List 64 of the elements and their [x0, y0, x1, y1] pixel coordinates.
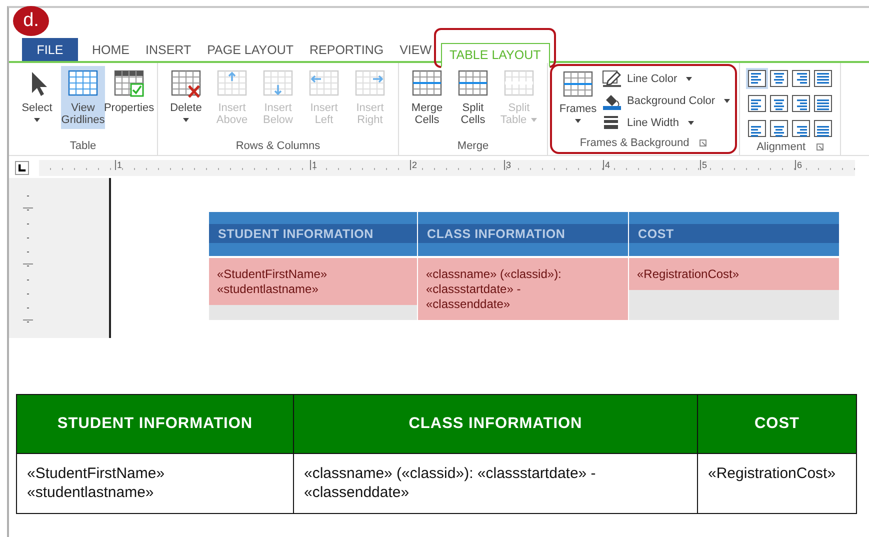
ribbon-tab[interactable]: INSERT [138, 38, 200, 61]
tab-stop-icon[interactable] [15, 161, 29, 175]
alignment-button[interactable] [812, 118, 834, 139]
ribbon-button[interactable]: Background Color [602, 91, 732, 110]
table-cell: «classname» («classid»): «classstartdate» - «classenddate» [294, 454, 698, 513]
merge-field-cell: «StudentFirstName» «studentlastname» [209, 258, 417, 305]
align-icon [814, 95, 832, 112]
table-header-cell: STUDENT INFORMATION [209, 212, 417, 256]
table-header-cell: COST [698, 395, 856, 454]
alignment-button[interactable] [790, 118, 812, 139]
ribbon-button[interactable]: Merge Cells [405, 66, 449, 129]
group-label: Merge [457, 140, 489, 152]
ribbon-button[interactable]: Split Cells [451, 66, 495, 129]
alignment-button[interactable] [768, 93, 790, 114]
alignment-button[interactable] [812, 93, 834, 114]
merge-field-cell: «classname» («classid»): «classstartdate» - «classenddate» [418, 258, 628, 320]
step-badge: d. [13, 6, 49, 36]
align-icon [748, 70, 766, 87]
ribbon-button[interactable]: View Gridlines [61, 66, 105, 129]
align-icon [748, 95, 766, 112]
table-header-cell: COST [629, 212, 839, 256]
table-header-cell: CLASS INFORMATION [418, 212, 628, 256]
table-header-cell: STUDENT INFORMATION [17, 395, 294, 454]
align-icon [770, 70, 788, 87]
dialog-launcher-icon[interactable] [699, 139, 708, 147]
align-icon [814, 120, 832, 137]
alignment-button[interactable] [790, 68, 812, 89]
horizontal-ruler[interactable]: 1 1 2 3 4 5 6 [39, 160, 855, 176]
align-icon [792, 120, 810, 137]
ribbon-button[interactable]: Select [15, 66, 59, 129]
alignment-button[interactable] [746, 93, 768, 114]
group-label: Rows & Columns [236, 140, 320, 152]
ribbon-button[interactable]: Line Color [602, 69, 732, 88]
alignment-button[interactable] [790, 93, 812, 114]
ribbon-tab[interactable]: PAGE LAYOUT [199, 38, 302, 61]
alignment-button[interactable] [812, 68, 834, 89]
alignment-button[interactable] [768, 68, 790, 89]
align-icon [770, 120, 788, 137]
ribbon-tab[interactable]: HOME [84, 38, 138, 61]
file-tab[interactable]: FILE [22, 38, 78, 61]
align-icon [770, 95, 788, 112]
table-cell-text: «RegistrationCost» [707, 464, 837, 484]
ribbon-button[interactable]: Delete [164, 66, 208, 129]
dialog-launcher-icon[interactable] [816, 143, 824, 151]
table-header-cell: CLASS INFORMATION [294, 395, 698, 454]
group-label: Alignment [756, 141, 806, 153]
align-icon [792, 95, 810, 112]
align-icon [814, 70, 832, 87]
group-label: Table [70, 140, 96, 152]
ribbon-tab[interactable]: REPORTING [302, 38, 392, 61]
alignment-button[interactable] [746, 68, 768, 89]
table-cell: «StudentFirstName» «studentlastname» [17, 454, 294, 513]
table-check-icon [113, 69, 145, 99]
ribbon-button[interactable]: Line Width [602, 113, 732, 132]
merge-field-cell: «RegistrationCost» [629, 258, 839, 290]
alignment-button[interactable] [746, 118, 768, 139]
ribbon-tab[interactable]: VIEW [392, 38, 440, 61]
alignment-button[interactable] [768, 118, 790, 139]
pen-icon [602, 70, 622, 88]
table-delete-icon [170, 69, 202, 99]
align-icon [748, 120, 766, 137]
align-icon [792, 70, 810, 87]
group-label: Frames & Background [580, 137, 690, 149]
ribbon-button[interactable]: Frames [556, 67, 600, 132]
